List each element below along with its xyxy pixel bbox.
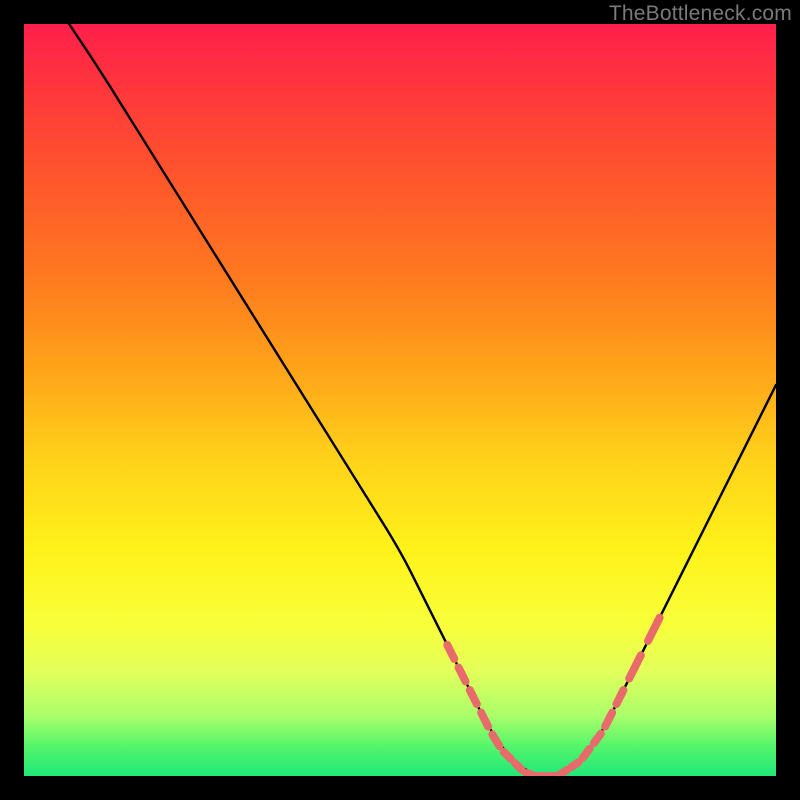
highlight-dash: [526, 773, 533, 775]
highlight-dash: [629, 655, 641, 678]
watermark-text: TheBottleneck.com: [609, 2, 792, 26]
bottleneck-curve: [69, 24, 776, 776]
highlight-dash: [504, 752, 511, 759]
highlight-dash: [481, 713, 488, 727]
highlight-dash: [459, 667, 466, 681]
highlight-dash: [616, 690, 623, 704]
chart-svg: [24, 24, 776, 776]
highlight-dashes: [447, 618, 659, 776]
plot-area: [24, 24, 776, 776]
highlight-dash: [560, 770, 567, 775]
highlight-dash: [594, 734, 601, 743]
chart-frame: TheBottleneck.com: [0, 0, 800, 800]
highlight-dash: [648, 618, 660, 641]
highlight-dash: [447, 645, 454, 659]
highlight-dash: [492, 734, 499, 746]
highlight-dash: [605, 713, 612, 727]
highlight-dash: [515, 763, 522, 770]
highlight-dash: [470, 690, 477, 704]
highlight-dash: [571, 762, 578, 767]
highlight-dash: [583, 749, 590, 758]
